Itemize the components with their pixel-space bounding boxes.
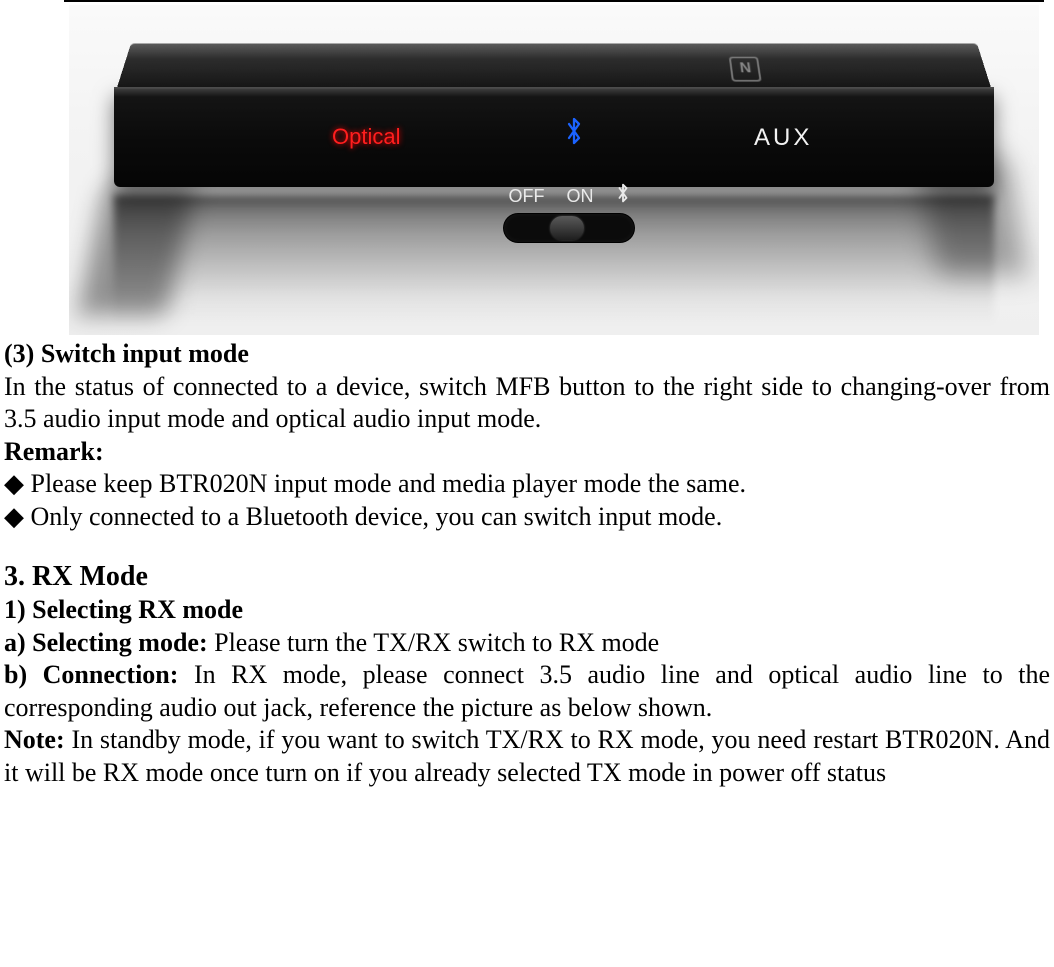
line-connection: b) Connection: In RX mode, please connec… [4,659,1050,724]
photo-frame: N Optical AUX OFF ON [69,5,1039,335]
switch-off-label: OFF [509,185,545,208]
text-note: In standby mode, if you want to switch T… [4,725,1050,787]
line-selecting-mode: a) Selecting mode: Please turn the TX/RX… [4,627,1050,660]
top-rule [64,0,1044,2]
optical-label: Optical [332,123,400,151]
text-a: Please turn the TX/RX switch to RX mode [214,628,659,657]
device: N Optical AUX OFF ON [114,33,994,213]
bluetooth-small-icon [616,183,630,210]
heading-selecting-rx: 1) Selecting RX mode [4,594,1050,627]
document-body: (3) Switch input mode In the status of c… [2,338,1052,795]
label-note: Note: [4,725,71,754]
heading-remark: Remark: [4,436,1050,469]
switch-labels: OFF ON [509,183,630,210]
remark-bullet-1: Please keep BTR020N input mode and media… [4,468,1050,501]
product-photo: N Optical AUX OFF ON [64,5,1044,335]
label-a: a) Selecting mode: [4,628,214,657]
device-front-panel: Optical AUX [114,87,994,187]
power-slider [504,214,634,242]
label-b: b) Connection: [4,660,194,689]
paragraph-switch-input: In the status of connected to a device, … [4,371,1050,436]
remark-bullet-2: Only connected to a Bluetooth device, yo… [4,501,1050,534]
bluetooth-icon [564,117,584,154]
aux-label: AUX [754,123,812,153]
nfc-letter: N [739,61,752,78]
heading-switch-input-mode: (3) Switch input mode [4,338,1050,371]
switch-on-label: ON [567,185,594,208]
switch-assembly: OFF ON [474,183,664,253]
line-note: Note: In standby mode, if you want to sw… [4,724,1050,789]
nfc-icon: N [729,57,762,82]
heading-rx-mode: 3. RX Mode [4,559,1050,594]
slider-knob [550,216,584,240]
